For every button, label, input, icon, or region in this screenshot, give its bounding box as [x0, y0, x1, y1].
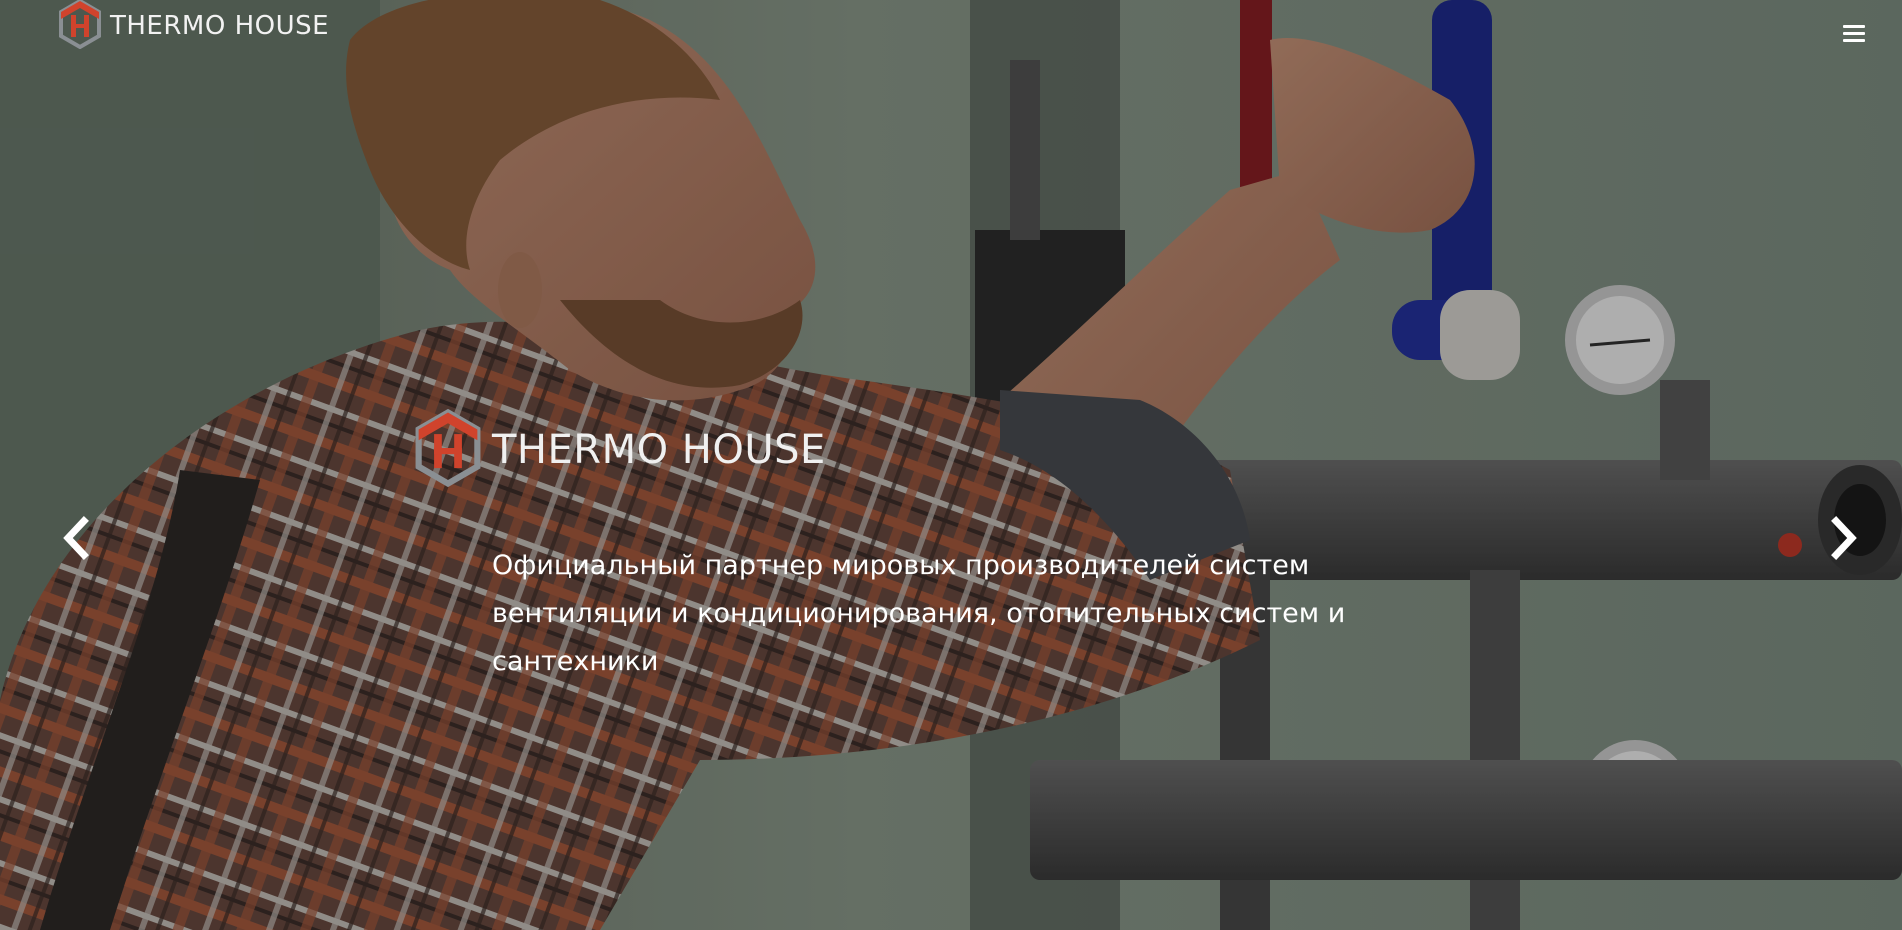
slide-logo: THERMO HOUSE	[414, 408, 826, 491]
hero-slider: THERMO HOUSE THERMO HOUSE Официальный па…	[0, 0, 1902, 930]
hero-dark-overlay	[0, 0, 1902, 930]
hamburger-menu-icon[interactable]	[1840, 20, 1868, 46]
header-logo[interactable]: THERMO HOUSE	[58, 0, 329, 52]
slide-brand-name: THERMO HOUSE	[492, 427, 826, 473]
chevron-right-icon[interactable]	[1822, 515, 1862, 561]
header-brand-name: THERMO HOUSE	[110, 11, 330, 41]
thermo-house-logo-icon	[414, 408, 482, 491]
thermo-house-logo-icon	[58, 0, 102, 53]
slide-description: Официальный партнер мировых производител…	[492, 550, 1346, 677]
chevron-left-icon[interactable]	[58, 515, 98, 561]
